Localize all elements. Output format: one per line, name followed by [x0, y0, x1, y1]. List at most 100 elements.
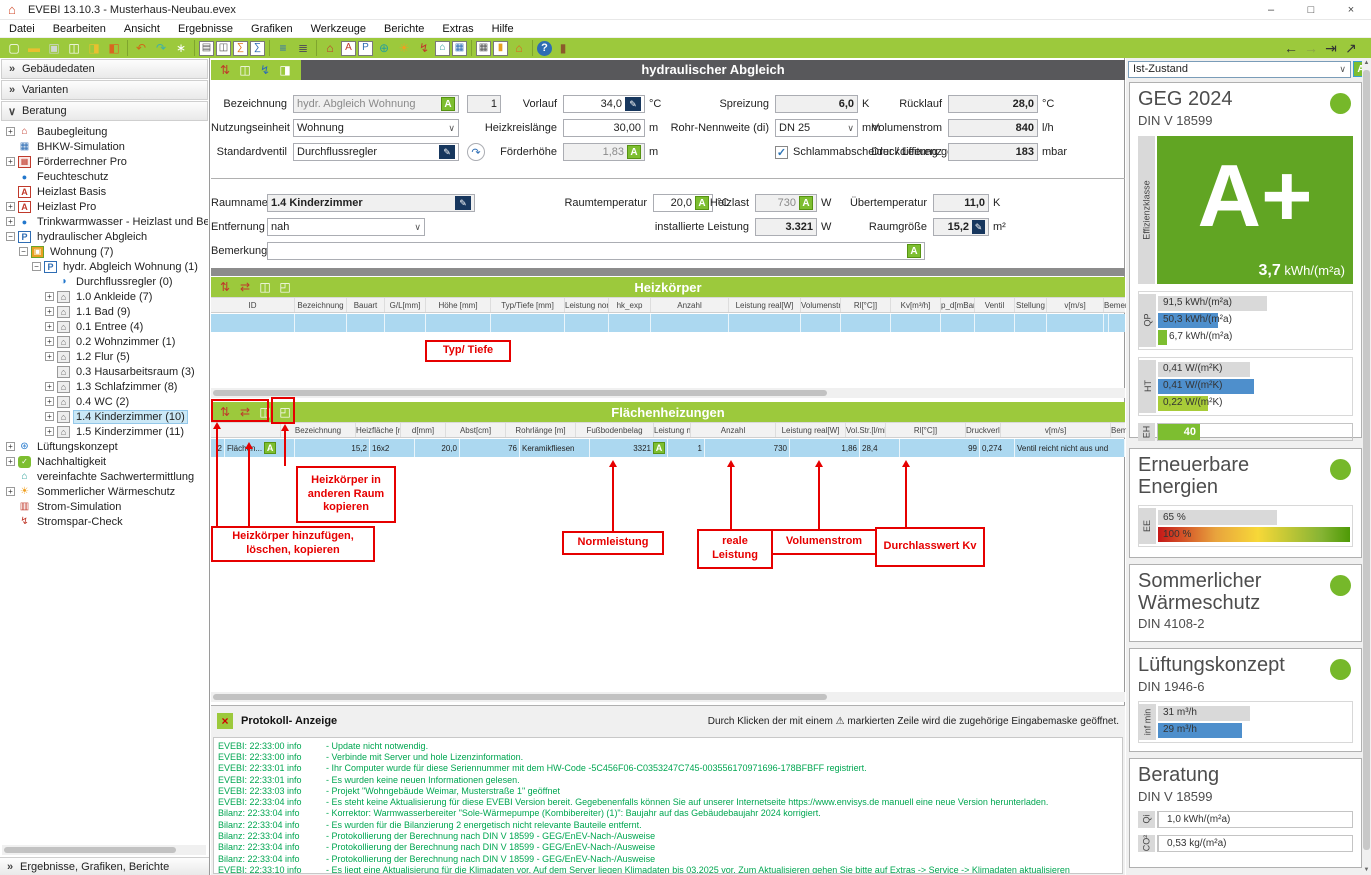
bhkw-icon[interactable]: ▦ — [452, 41, 467, 56]
auto-badge[interactable]: A — [264, 442, 276, 454]
copy-icon[interactable]: ◫ — [237, 62, 253, 78]
empty-cell[interactable] — [1047, 314, 1104, 332]
empty-cell[interactable] — [426, 314, 491, 332]
column-header[interactable]: hk_exp — [609, 298, 651, 312]
empty-cell[interactable] — [841, 314, 891, 332]
column-header[interactable]: p_d[mBar] — [941, 298, 975, 312]
column-header[interactable]: Volumenstrom [l/h] — [801, 298, 841, 312]
tree-item[interactable]: + ⌂ 0.2 Wohnzimmer (1) — [0, 334, 208, 349]
sommer-card[interactable]: Sommerlicher Wärmeschutz DIN 4108-2 — [1129, 564, 1362, 642]
tree-expander[interactable]: + — [45, 292, 54, 301]
export-icon[interactable]: ◨ — [277, 62, 293, 78]
tree-item[interactable]: + ⌂ 1.5 Kinderzimmer (11) — [0, 424, 208, 439]
export-folder-icon[interactable]: ◧ — [105, 40, 123, 56]
tree-item[interactable]: + ⌂ 0.4 WC (2) — [0, 394, 208, 409]
empty-cell[interactable] — [491, 314, 565, 332]
redo-icon[interactable]: ↷ — [152, 40, 170, 56]
column-header[interactable]: Leistung real[W] — [776, 423, 846, 437]
empty-cell[interactable] — [211, 314, 295, 332]
column-header[interactable]: v[m/s] — [1001, 423, 1111, 437]
tree-expander[interactable] — [45, 277, 54, 286]
tree-item[interactable]: + ⌂ 1.0 Ankleide (7) — [0, 289, 208, 304]
column-header[interactable]: Typ/Tiefe [mm] — [491, 298, 565, 312]
column-header[interactable]: Ventil — [975, 298, 1015, 312]
undo-icon[interactable]: ↶ — [132, 40, 150, 56]
open-folder-icon[interactable]: ▬ — [25, 40, 43, 56]
log-line[interactable]: Bilanz: 22:33:04 info - Protokollierung … — [218, 842, 1118, 853]
log-line[interactable]: Bilanz: 22:33:04 info - Korrektor: Warmw… — [218, 808, 1118, 819]
flaechen-data-row[interactable]: 2 Flächen...A 15,2 16x2 20,0 76 Keramikf… — [211, 439, 1125, 457]
structure-icon[interactable]: ≡ — [274, 40, 292, 56]
tree-item[interactable]: ⌂ vereinfachte Sachwertermittlung — [0, 469, 208, 484]
forward-icon[interactable]: → — [1302, 40, 1320, 56]
report-icon[interactable]: ▤ — [199, 41, 214, 56]
column-header[interactable]: Vol.Str.[l/min] — [846, 423, 886, 437]
tree-expander[interactable] — [45, 367, 54, 376]
log-line[interactable]: EVEBI: 22:33:00 info - Verbinde mit Serv… — [218, 751, 1118, 762]
menu-item[interactable]: Werkzeuge — [302, 23, 375, 35]
column-header[interactable]: Kv[m³/h] — [891, 298, 941, 312]
log-line[interactable]: EVEBI: 22:33:01 info - Es wurden keine n… — [218, 774, 1118, 785]
copy-row-icon[interactable]: ◫ — [257, 279, 273, 295]
column-header[interactable]: Bauart — [347, 298, 385, 312]
sigma-orange-icon[interactable]: ∑ — [233, 41, 248, 56]
hydraulik-icon[interactable]: P — [358, 41, 373, 56]
column-header[interactable]: Rohrlänge [m] — [506, 423, 576, 437]
column-header[interactable]: v[m/s] — [1047, 298, 1104, 312]
cell-v[interactable]: 0,274 — [980, 439, 1015, 457]
protokoll-log[interactable]: EVEBI: 22:33:00 info - Update nicht notw… — [213, 737, 1123, 874]
column-header[interactable]: Stellung — [1015, 298, 1047, 312]
cell-leistung-norm[interactable]: 3321A — [590, 439, 668, 457]
chart-icon[interactable]: ↗ — [1342, 40, 1360, 56]
tree-item[interactable]: + ⌂ 1.1 Bad (9) — [0, 304, 208, 319]
column-header[interactable]: Leistung real[W] — [729, 298, 801, 312]
column-header[interactable]: d[mm] — [401, 423, 446, 437]
sidebar-hscrollbar[interactable] — [2, 845, 206, 855]
sidebar-section-varianten[interactable]: »Varianten — [1, 80, 208, 100]
edit-pencil-icon[interactable]: ✎ — [972, 220, 985, 234]
empty-cell[interactable] — [565, 314, 609, 332]
sun-icon[interactable]: ☀ — [395, 40, 413, 56]
cell-rl[interactable]: 28,4 — [860, 439, 900, 457]
heizlast-icon[interactable]: A — [341, 41, 356, 56]
tree-item[interactable]: − P hydraulischer Abgleich — [0, 229, 208, 244]
empty-cell[interactable] — [651, 314, 729, 332]
cell-rohrlaenge[interactable]: 76 — [460, 439, 520, 457]
add-row-icon[interactable]: ⇅ — [217, 279, 233, 295]
variant-select[interactable]: Ist-Zustand∨ — [1128, 61, 1351, 78]
column-header[interactable]: Bezeichnung — [295, 298, 347, 312]
tree-expander[interactable]: − — [6, 232, 15, 241]
geg-card[interactable]: GEG 2024 DIN V 18599 Effizienzklasse A+ … — [1129, 82, 1362, 438]
tree-item[interactable]: + ● Trinkwarmwasser - Heizlast und Bedar — [0, 214, 208, 229]
edit-pencil-icon[interactable]: ✎ — [455, 196, 471, 210]
new-file-icon[interactable]: ▢ — [5, 40, 23, 56]
sidebar-section-ergebnisse[interactable]: »Ergebnisse, Grafiken, Berichte — [0, 857, 209, 875]
tree-expander[interactable]: + — [45, 322, 54, 331]
tree-expander[interactable] — [6, 502, 15, 511]
recalc-icon[interactable]: ↯ — [257, 62, 273, 78]
sigma-blue-icon[interactable]: ∑ — [250, 41, 265, 56]
back-icon[interactable]: ← — [1282, 40, 1300, 56]
auto-badge[interactable]: A — [653, 442, 665, 454]
vorlauf-input[interactable]: 34,0✎ — [563, 95, 645, 113]
edit-pencil-icon[interactable]: ✎ — [439, 145, 455, 159]
heizkoerper-empty-row[interactable] — [211, 314, 1125, 332]
tree-item[interactable]: ▦ BHKW-Simulation — [0, 139, 208, 154]
sidebar-section-gebaeudedaten[interactable]: »Gebäudedaten — [1, 59, 208, 79]
copy-to-room-icon[interactable]: ◰ — [277, 279, 293, 295]
scroll-down-icon[interactable]: ▼ — [1362, 865, 1371, 875]
auto-badge[interactable]: A — [799, 196, 813, 210]
right-vscrollbar[interactable]: ▲ ▼ — [1362, 58, 1371, 875]
nutzungseinheit-select[interactable]: Wohnung∨ — [293, 119, 459, 137]
auto-badge[interactable]: A — [441, 97, 455, 111]
tree-item[interactable]: ▥ Strom-Simulation — [0, 499, 208, 514]
tree-item[interactable]: ● Feuchteschutz — [0, 169, 208, 184]
column-header[interactable]: Abst[cm] — [446, 423, 506, 437]
home-icon[interactable]: ⌂ — [435, 41, 450, 56]
heizkreislaenge-input[interactable]: 30,00 — [563, 119, 645, 137]
empty-cell[interactable] — [975, 314, 1015, 332]
log-line[interactable]: EVEBI: 22:33:04 info - Es steht keine Ak… — [218, 796, 1118, 807]
empty-cell[interactable] — [1015, 314, 1047, 332]
tree-expander[interactable]: + — [45, 412, 54, 421]
main-hscrollbar[interactable] — [211, 692, 1125, 702]
